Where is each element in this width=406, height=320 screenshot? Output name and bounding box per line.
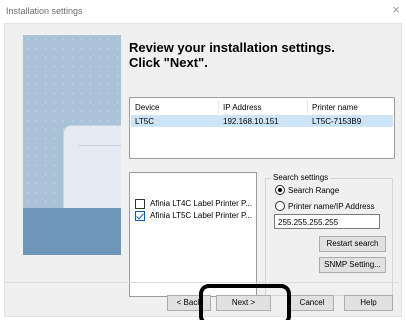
printer-ip-radio[interactable]: [275, 201, 285, 211]
search-range-label[interactable]: Search Range: [288, 186, 339, 195]
device-table: Device IP Address Printer name LT5C 192.…: [129, 97, 395, 159]
column-header-ip[interactable]: IP Address: [223, 103, 262, 112]
title-bar: Installation settings ×: [0, 0, 406, 24]
column-header-printer-name[interactable]: Printer name: [312, 103, 358, 112]
heading-line-1: Review your installation settings.: [129, 40, 335, 55]
side-banner-image: [23, 35, 121, 255]
printer-checkbox-lt4c[interactable]: [135, 199, 145, 209]
column-divider: [218, 100, 219, 113]
checkmark-icon[interactable]: [135, 211, 145, 221]
page-heading: Review your installation settings. Click…: [129, 40, 335, 70]
search-settings-group: Search settings Search Range Printer nam…: [265, 173, 393, 296]
search-settings-legend: Search settings: [271, 173, 331, 182]
printer-illustration: [63, 125, 121, 215]
snmp-setting-button[interactable]: SNMP Setting...: [319, 257, 386, 273]
banner-footer-band: [23, 208, 121, 255]
footer-divider: [5, 282, 399, 283]
close-icon[interactable]: ×: [392, 3, 400, 17]
column-divider: [307, 100, 308, 113]
help-button[interactable]: Help: [344, 295, 393, 311]
restart-search-button[interactable]: Restart search: [319, 236, 386, 252]
printer-item-lt5c[interactable]: Afinia LT5C Label Printer P...: [135, 211, 255, 222]
column-header-device[interactable]: Device: [135, 103, 159, 112]
printer-list: Afinia LT4C Label Printer P... Afinia LT…: [129, 172, 257, 297]
printer-item-label: Afinia LT5C Label Printer P...: [150, 211, 252, 220]
heading-line-2: Click "Next".: [129, 55, 208, 70]
ip-address-input[interactable]: 255.255.255.255: [274, 214, 380, 229]
cancel-button[interactable]: Cancel: [290, 295, 334, 311]
cell-ip: 192.168.10.151: [223, 117, 279, 126]
printer-item-lt4c[interactable]: Afinia LT4C Label Printer P...: [135, 199, 255, 210]
cell-printer-name: LT5C-7153B9: [312, 117, 362, 126]
back-button[interactable]: < Back: [167, 295, 211, 311]
dialog-body: Review your installation settings. Click…: [4, 23, 402, 317]
cell-device: LT5C: [135, 117, 154, 126]
printer-illustration-line: [79, 145, 121, 146]
printer-item-label: Afinia LT4C Label Printer P...: [150, 199, 252, 208]
window-title: Installation settings: [6, 6, 83, 16]
next-button[interactable]: Next >: [216, 295, 271, 311]
printer-ip-label[interactable]: Printer name/IP Address: [288, 202, 375, 211]
search-range-radio[interactable]: [275, 185, 285, 195]
